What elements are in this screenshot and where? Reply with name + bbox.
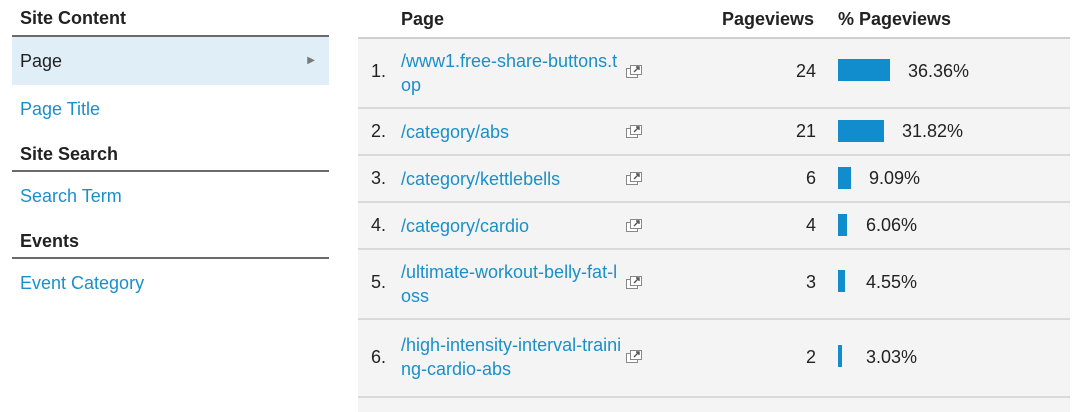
- column-header-pageviews[interactable]: Pageviews: [722, 9, 814, 30]
- page-path-link[interactable]: /high-intensity-interval-training-cardio…: [401, 333, 626, 381]
- row-index: 6.: [371, 347, 387, 367]
- row-index: 5.: [371, 272, 387, 292]
- pageviews-share-bar: [838, 167, 851, 189]
- pageviews-share-bar: [838, 270, 845, 292]
- pageviews-value: 2: [805, 347, 816, 367]
- section-site-search: Site Search: [12, 135, 329, 172]
- table-header: Page Pageviews % Pageviews: [358, 0, 1070, 39]
- table-row: 5. /ultimate-workout-belly-fat-loss 3 4.55%: [358, 250, 1070, 320]
- table-footer-strip: [358, 398, 1070, 412]
- pageviews-table: Page Pageviews % Pageviews 1. /www1.free-…: [358, 0, 1070, 412]
- sidebar-item-page-title[interactable]: Page Title: [12, 85, 329, 133]
- pageviews-share-bar: [838, 214, 847, 236]
- sidebar-item-search-term[interactable]: Search Term: [12, 172, 329, 220]
- column-header-page[interactable]: Page: [401, 9, 444, 30]
- table-row: 3. /category/kettlebells 6 9.09%: [358, 156, 1070, 203]
- section-events: Events: [12, 222, 329, 259]
- sidebar-item-event-category[interactable]: Event Category: [12, 259, 329, 307]
- pct-pageviews-value: 4.55%: [866, 272, 918, 292]
- page-path-link[interactable]: /www1.free-share-buttons.top: [401, 49, 626, 97]
- pageviews-value: 6: [805, 168, 816, 188]
- table-row: 1. /www1.free-share-buttons.top 24 36.36%: [358, 39, 1070, 109]
- report-sidebar: Site Content Page ▶ Page Title Site Sear…: [12, 0, 329, 307]
- pageviews-value: 4: [805, 215, 816, 235]
- row-index: 3.: [371, 168, 387, 188]
- sidebar-item-label: Page: [20, 51, 63, 71]
- open-in-new-window-icon[interactable]: [626, 348, 643, 363]
- page-path-link[interactable]: /category/abs: [401, 120, 626, 144]
- open-in-new-window-icon[interactable]: [626, 170, 643, 185]
- pageviews-share-bar: [838, 59, 890, 81]
- pageviews-share-bar: [838, 345, 842, 367]
- table-row: 4. /category/cardio 4 6.06%: [358, 203, 1070, 250]
- pageviews-value: 24: [795, 61, 816, 81]
- table-row: 6. /high-intensity-interval-training-card…: [358, 320, 1070, 398]
- caret-right-icon: ▶: [307, 55, 315, 66]
- pageviews-share-bar: [838, 120, 884, 142]
- pageviews-value: 21: [795, 121, 816, 141]
- row-index: 2.: [371, 121, 387, 141]
- section-site-content: Site Content: [12, 0, 329, 37]
- open-in-new-window-icon[interactable]: [626, 217, 643, 232]
- open-in-new-window-icon[interactable]: [626, 123, 643, 138]
- row-index: 1.: [371, 61, 387, 81]
- pageviews-value: 3: [805, 272, 816, 292]
- pct-pageviews-value: 31.82%: [902, 121, 964, 141]
- table-row: 2. /category/abs 21 31.82%: [358, 109, 1070, 156]
- open-in-new-window-icon[interactable]: [626, 274, 643, 289]
- sidebar-item-page[interactable]: Page ▶: [12, 37, 329, 85]
- page-path-link[interactable]: /category/cardio: [401, 214, 626, 238]
- column-header-pct-pageviews[interactable]: % Pageviews: [838, 9, 951, 30]
- page-path-link[interactable]: /ultimate-workout-belly-fat-loss: [401, 260, 626, 308]
- row-index: 4.: [371, 215, 387, 235]
- pct-pageviews-value: 6.06%: [866, 215, 918, 235]
- pct-pageviews-value: 9.09%: [869, 168, 921, 188]
- open-in-new-window-icon[interactable]: [626, 63, 643, 78]
- page-path-link[interactable]: /category/kettlebells: [401, 167, 626, 191]
- pct-pageviews-value: 36.36%: [908, 61, 970, 81]
- pct-pageviews-value: 3.03%: [866, 347, 918, 367]
